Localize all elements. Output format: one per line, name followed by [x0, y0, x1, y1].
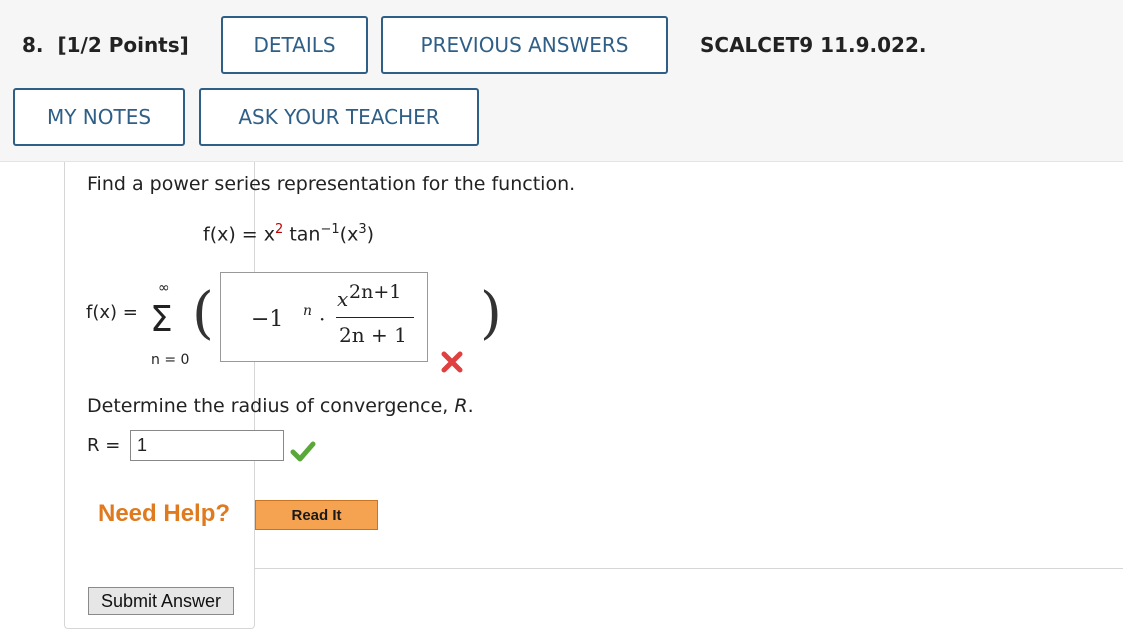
sum-upper-limit: ∞	[158, 280, 170, 296]
sum-lower-limit: n = 0	[151, 352, 190, 368]
problem-reference: SCALCET9 11.9.022.	[700, 33, 927, 57]
answer-dot: ·	[319, 307, 326, 331]
answer-exponent: n	[303, 303, 313, 319]
series-lhs: f(x) =	[86, 302, 138, 323]
answer-base: −1	[251, 307, 284, 332]
incorrect-x-icon	[441, 351, 463, 373]
divider	[254, 568, 1123, 569]
points-label: [1/2 Points]	[57, 33, 189, 57]
radius-label: R =	[87, 435, 121, 456]
fraction-bar	[336, 317, 414, 318]
question-header: 8. [1/2 Points] DETAILS PREVIOUS ANSWERS…	[0, 0, 1123, 162]
need-help-label: Need Help?	[98, 500, 231, 527]
correct-check-icon	[290, 441, 316, 462]
question-prompt: Find a power series representation for t…	[87, 173, 576, 195]
ask-your-teacher-button[interactable]: ASK YOUR TEACHER	[199, 88, 479, 146]
right-paren: )	[480, 281, 502, 346]
answer-numerator-base: x	[337, 287, 349, 311]
read-it-button[interactable]: Read It	[255, 500, 378, 530]
previous-answers-button[interactable]: PREVIOUS ANSWERS	[381, 16, 668, 74]
radius-prompt: Determine the radius of convergence, R.	[87, 395, 474, 417]
left-paren: (	[192, 281, 214, 346]
answer-numerator-exponent: 2n+1	[349, 281, 402, 303]
details-button[interactable]: DETAILS	[221, 16, 368, 74]
radius-input[interactable]	[130, 430, 284, 461]
my-notes-button[interactable]: MY NOTES	[13, 88, 185, 146]
answer-denominator: 2n + 1	[339, 323, 407, 347]
sigma-symbol: Σ	[150, 299, 173, 340]
function-definition: f(x) = x2 tan−1(x3)	[203, 222, 375, 246]
series-answer-box[interactable]: −1 n · x 2n+1 2n + 1	[220, 272, 428, 362]
question-number: 8. [1/2 Points]	[22, 33, 189, 57]
submit-answer-button[interactable]: Submit Answer	[88, 587, 234, 615]
